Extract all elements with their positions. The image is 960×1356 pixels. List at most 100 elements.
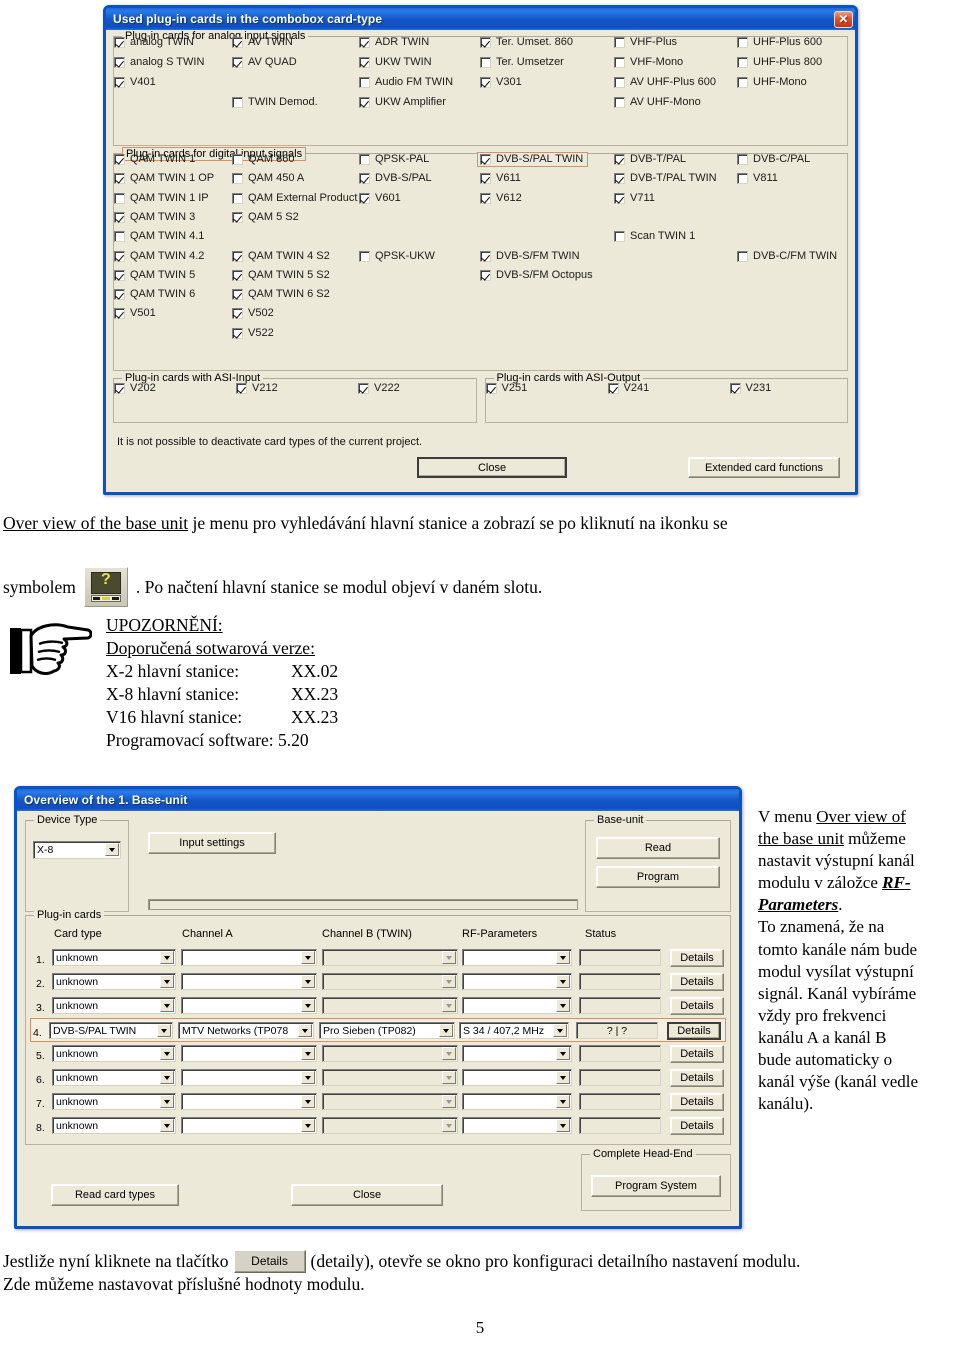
rf-parameters-select-3[interactable] [462,997,572,1014]
chevron-down-icon[interactable] [160,1047,174,1060]
rf-parameters-select-6[interactable] [462,1069,572,1086]
chevron-down-icon[interactable] [160,951,174,964]
rf-parameters-select-5[interactable] [462,1045,572,1062]
checkbox-ter-umsetzer[interactable]: Ter. Umsetzer [480,57,564,68]
card-type-select-4[interactable]: DVB-S/PAL TWIN [49,1022,173,1039]
chevron-down-icon[interactable] [442,1047,456,1060]
checkbox-av-uhf-mono[interactable]: AV UHF-Mono [614,97,701,108]
chevron-down-icon[interactable] [301,951,315,964]
chevron-down-icon[interactable] [439,1024,453,1037]
chevron-down-icon[interactable] [160,999,174,1012]
card-type-select-7[interactable]: unknown [52,1093,176,1110]
read-card-types-button[interactable]: Read card types [51,1184,179,1206]
checkbox-audio-fm-twin[interactable]: Audio FM TWIN [359,77,453,88]
channel-b-select-5[interactable] [322,1045,458,1062]
channel-a-select-6[interactable] [181,1069,317,1086]
checkbox-adr-twin[interactable]: ADR TWIN [359,37,429,48]
checkbox-vhf-plus[interactable]: VHF-Plus [614,37,677,48]
checkbox-dvb-t-pal[interactable]: DVB-T/PAL [614,154,686,165]
channel-a-select-3[interactable] [181,997,317,1014]
checkbox-qam-twin-6[interactable]: QAM TWIN 6 [114,289,195,301]
checkbox-uhf-plus-600[interactable]: UHF-Plus 600 [737,37,822,48]
checkbox-ter-umset-860[interactable]: Ter. Umset. 860 [480,37,573,48]
card-type-select-2[interactable]: unknown [52,973,176,990]
checkbox-v611[interactable]: V611 [480,173,521,185]
chevron-down-icon[interactable] [301,975,315,988]
checkbox-av-uhf-plus-600[interactable]: AV UHF-Plus 600 [614,77,716,88]
checkbox-dvb-s-pal-twin[interactable]: DVB-S/PAL TWIN [477,152,589,167]
chevron-down-icon[interactable] [442,975,456,988]
program-button[interactable]: Program [596,866,720,888]
checkbox-v222[interactable]: V222 [358,383,400,394]
checkbox-qam-twin-5-s2[interactable]: QAM TWIN 5 S2 [232,269,330,281]
chevron-down-icon[interactable] [556,975,570,988]
checkbox-qam-twin-4-s2[interactable]: QAM TWIN 4 S2 [232,250,330,262]
chevron-down-icon[interactable] [556,1071,570,1084]
read-button[interactable]: Read [596,837,720,859]
checkbox-dvb-t-pal-twin[interactable]: DVB-T/PAL TWIN [614,173,717,185]
rf-parameters-select-4[interactable]: S 34 / 407,2 MHz [459,1022,569,1039]
checkbox-qpsk-pal[interactable]: QPSK-PAL [359,154,429,165]
checkbox-uhf-plus-800[interactable]: UHF-Plus 800 [737,57,822,68]
card-type-select-6[interactable]: unknown [52,1069,176,1086]
checkbox-v212[interactable]: V212 [236,383,278,394]
chevron-down-icon[interactable] [556,999,570,1012]
checkbox-qam-external-product[interactable]: QAM External Product [232,192,357,204]
checkbox-qam-twin-3[interactable]: QAM TWIN 3 [114,211,195,223]
checkbox-v501[interactable]: V501 [114,308,156,320]
checkbox-qam-twin-6-s2[interactable]: QAM TWIN 6 S2 [232,289,330,301]
checkbox-qam-twin-1[interactable]: QAM TWIN 1 [114,154,195,165]
rf-parameters-select-8[interactable] [462,1117,572,1134]
chevron-down-icon[interactable] [160,1119,174,1132]
rf-parameters-select-7[interactable] [462,1093,572,1110]
chevron-down-icon[interactable] [442,1119,456,1132]
checkbox-dvb-s-fm-twin[interactable]: DVB-S/FM TWIN [480,250,580,262]
checkbox-av-twin[interactable]: AV TWIN [232,37,293,48]
details-button-1[interactable]: Details [670,949,724,967]
checkbox-v522[interactable]: V522 [232,327,274,339]
channel-a-select-7[interactable] [181,1093,317,1110]
checkbox-v401[interactable]: V401 [114,77,156,88]
details-button-3[interactable]: Details [670,997,724,1015]
channel-a-select-4[interactable]: MTV Networks (TP078 [178,1022,314,1039]
channel-a-select-1[interactable] [181,949,317,966]
chevron-down-icon[interactable] [556,1047,570,1060]
checkbox-dvb-s-pal[interactable]: DVB-S/PAL [359,173,432,185]
details-button-8[interactable]: Details [670,1117,724,1135]
chevron-down-icon[interactable] [442,1071,456,1084]
extended-card-functions-button[interactable]: Extended card functions [688,457,840,478]
checkbox-dvb-c-pal[interactable]: DVB-C/PAL [737,154,810,165]
channel-b-select-2[interactable] [322,973,458,990]
channel-b-select-3[interactable] [322,997,458,1014]
checkbox-v241[interactable]: V241 [607,383,649,394]
rf-parameters-select-1[interactable] [462,949,572,966]
chevron-down-icon[interactable] [442,999,456,1012]
checkbox-qpsk-ukw[interactable]: QPSK-UKW [359,250,435,262]
input-settings-button[interactable]: Input settings [148,832,276,854]
checkbox-qam-twin-1-ip[interactable]: QAM TWIN 1 IP [114,192,209,204]
chevron-down-icon[interactable] [556,1119,570,1132]
dialog2-close-button[interactable]: Close [291,1184,443,1206]
channel-a-select-5[interactable] [181,1045,317,1062]
device-type-select[interactable]: X-8 [33,841,121,859]
checkbox-v711[interactable]: V711 [614,192,655,204]
card-type-select-5[interactable]: unknown [52,1045,176,1062]
chevron-down-icon[interactable] [553,1024,567,1037]
chevron-down-icon[interactable] [442,951,456,964]
chevron-down-icon[interactable] [160,1071,174,1084]
checkbox-av-quad[interactable]: AV QUAD [232,57,297,68]
chevron-down-icon[interactable] [105,843,119,856]
checkbox-dvb-s-fm-octopus[interactable]: DVB-S/FM Octopus [480,269,593,281]
channel-b-select-6[interactable] [322,1069,458,1086]
card-type-select-3[interactable]: unknown [52,997,176,1014]
card-type-select-1[interactable]: unknown [52,949,176,966]
checkbox-twin-demod[interactable]: TWIN Demod. [232,97,318,108]
checkbox-v601[interactable]: V601 [359,192,401,204]
channel-b-select-8[interactable] [322,1117,458,1134]
chevron-down-icon[interactable] [442,1095,456,1108]
checkbox-qam-twin-1-op[interactable]: QAM TWIN 1 OP [114,173,214,185]
checkbox-v301[interactable]: V301 [480,77,522,88]
rf-parameters-select-2[interactable] [462,973,572,990]
checkbox-uhf-mono[interactable]: UHF-Mono [737,77,807,88]
checkbox-v502[interactable]: V502 [232,308,274,320]
